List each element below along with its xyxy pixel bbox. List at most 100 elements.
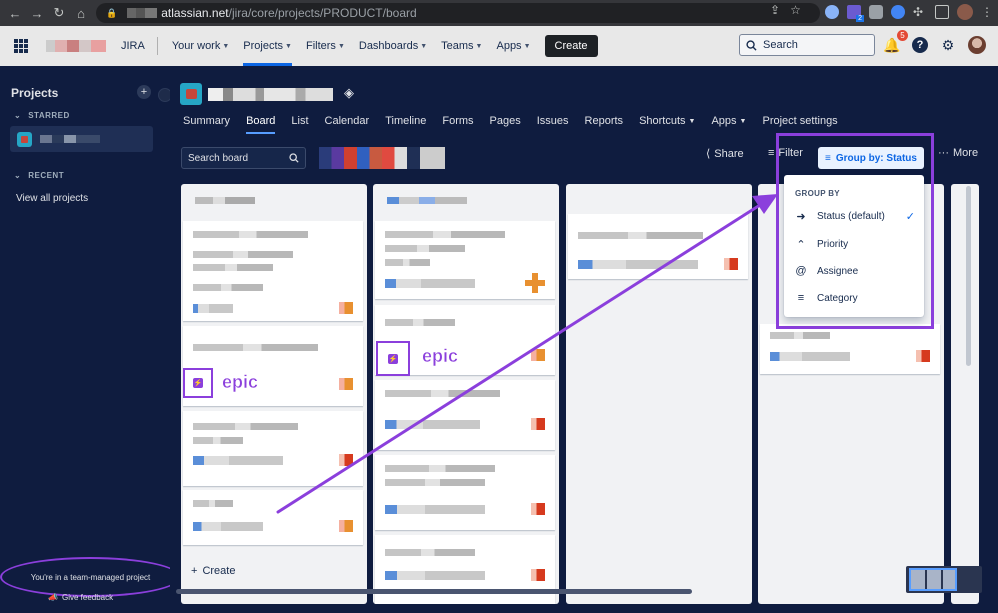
chevron-down-icon: ▼ bbox=[523, 42, 531, 50]
site-logo-redacted[interactable] bbox=[46, 40, 106, 52]
issue-card[interactable] bbox=[183, 221, 363, 321]
browser-menu-icon[interactable]: ⋮ bbox=[981, 5, 993, 19]
create-button[interactable]: Create bbox=[544, 35, 598, 57]
team-managed-note: You're in a team-managed project bbox=[0, 557, 181, 597]
tab-project-settings[interactable]: Project settings bbox=[762, 110, 837, 132]
notifications-bell-icon[interactable]: 🔔 5 bbox=[883, 30, 908, 53]
card-meta-redacted bbox=[770, 352, 850, 361]
nav-dashboards-label: Dashboards bbox=[358, 40, 419, 52]
tab-board[interactable]: Board bbox=[246, 110, 276, 134]
browser-profile-avatar[interactable] bbox=[957, 4, 973, 20]
horizontal-scrollbar[interactable] bbox=[176, 589, 692, 594]
issue-card[interactable] bbox=[183, 411, 363, 486]
home-icon[interactable]: ⌂ bbox=[70, 2, 92, 24]
vertical-scrollbar[interactable] bbox=[966, 186, 971, 366]
add-project-icon[interactable]: + bbox=[137, 85, 151, 99]
tab-pages[interactable]: Pages bbox=[490, 110, 521, 132]
chevron-down-icon: ▼ bbox=[285, 42, 292, 50]
share-icon: ⟨ bbox=[706, 148, 711, 160]
paint-bucket-icon[interactable]: ◈ bbox=[344, 85, 354, 101]
chevron-down-icon: ⌄ bbox=[14, 111, 22, 120]
back-icon[interactable]: ← bbox=[4, 2, 26, 24]
issue-card[interactable] bbox=[183, 490, 363, 545]
project-sidebar: Projects + ⌄ STARRED ⌄ RECENT View all p… bbox=[0, 66, 181, 613]
bookmark-star-icon[interactable]: ☆ bbox=[790, 3, 801, 17]
share-button[interactable]: ⟨ Share bbox=[706, 147, 744, 161]
tab-timeline-label: Timeline bbox=[385, 115, 427, 127]
extension-icon[interactable] bbox=[891, 5, 905, 19]
tab-shortcuts[interactable]: Shortcuts ▼ bbox=[639, 110, 695, 132]
nav-projects-label: Projects bbox=[243, 40, 284, 52]
issue-card[interactable] bbox=[760, 324, 940, 374]
assignee-icon: @ bbox=[795, 265, 807, 277]
epic-icon: ⚡ bbox=[388, 353, 398, 364]
more-button[interactable]: ··· More bbox=[938, 147, 978, 159]
recent-section-heading[interactable]: ⌄ RECENT bbox=[14, 171, 64, 180]
product-name[interactable]: JIRA bbox=[121, 40, 145, 52]
extension-icon[interactable]: 2 bbox=[847, 5, 864, 22]
create-issue-button[interactable]: + Create bbox=[191, 565, 235, 577]
group-by-option-priority[interactable]: ⌃ Priority bbox=[795, 235, 915, 253]
megaphone-icon: 📣 bbox=[48, 593, 58, 602]
extension-icon[interactable] bbox=[825, 5, 839, 19]
global-search-input[interactable]: Search bbox=[739, 34, 875, 56]
nav-filters[interactable]: Filters ▼ bbox=[306, 26, 345, 66]
issue-card[interactable] bbox=[568, 214, 748, 279]
settings-gear-icon[interactable]: ⚙ bbox=[940, 37, 956, 53]
share-page-icon[interactable]: ⇪ bbox=[770, 3, 780, 17]
project-avatar-icon bbox=[17, 131, 32, 147]
help-icon[interactable]: ? bbox=[912, 37, 928, 53]
board-search-input[interactable]: Search board bbox=[181, 147, 306, 169]
nav-your-work[interactable]: Your work ▼ bbox=[172, 26, 229, 66]
tab-reports[interactable]: Reports bbox=[585, 110, 624, 132]
tab-apps[interactable]: Apps ▼ bbox=[711, 110, 746, 132]
card-priority-icon bbox=[531, 418, 545, 430]
address-bar[interactable]: 🔒 atlassian.net/jira/core/projects/PRODU… bbox=[96, 3, 820, 23]
user-avatar[interactable] bbox=[968, 36, 986, 54]
card-text-redacted bbox=[385, 549, 475, 556]
issue-card[interactable] bbox=[375, 380, 555, 450]
puzzle-icon[interactable]: ✣ bbox=[913, 5, 927, 19]
column-header-redacted bbox=[195, 197, 255, 204]
assignee-avatars-redacted[interactable] bbox=[319, 147, 445, 169]
starred-project-item[interactable] bbox=[10, 126, 153, 152]
epic-annotation-label: epic bbox=[422, 346, 459, 367]
app-switcher-icon[interactable] bbox=[14, 39, 28, 53]
group-by-option-label: Assignee bbox=[817, 265, 859, 277]
board-minimap[interactable] bbox=[906, 566, 982, 593]
tab-timeline[interactable]: Timeline bbox=[385, 110, 426, 132]
tab-issues[interactable]: Issues bbox=[537, 110, 569, 132]
issue-card[interactable] bbox=[375, 455, 555, 530]
view-all-projects-link[interactable]: View all projects bbox=[16, 193, 88, 204]
card-text-redacted bbox=[385, 390, 500, 397]
group-by-option-status[interactable]: ➜ Status (default) ✓ bbox=[795, 207, 915, 225]
give-feedback-link[interactable]: 📣 Give feedback bbox=[48, 593, 113, 602]
issue-card[interactable] bbox=[375, 221, 555, 299]
nav-teams[interactable]: Teams ▼ bbox=[441, 26, 482, 66]
forward-icon[interactable]: → bbox=[26, 2, 48, 24]
card-priority-icon bbox=[339, 302, 353, 314]
chevron-down-icon: ▼ bbox=[420, 42, 428, 50]
nav-apps[interactable]: Apps ▼ bbox=[496, 26, 530, 66]
card-text-redacted bbox=[385, 479, 485, 486]
starred-section-heading[interactable]: ⌄ STARRED bbox=[14, 111, 70, 120]
reload-icon[interactable]: ↻ bbox=[48, 2, 70, 24]
group-by-option-category[interactable]: ≡ Category bbox=[795, 289, 915, 307]
search-icon bbox=[289, 153, 299, 163]
card-text-redacted bbox=[770, 332, 830, 339]
nav-dashboards[interactable]: Dashboards ▼ bbox=[359, 26, 427, 66]
sidepanel-icon[interactable] bbox=[935, 5, 949, 19]
nav-projects[interactable]: Projects ▼ bbox=[243, 26, 292, 66]
lock-icon: 🔒 bbox=[106, 7, 118, 18]
minimap-viewport[interactable] bbox=[909, 568, 957, 591]
tab-board-label: Board bbox=[246, 115, 276, 127]
search-icon bbox=[746, 39, 757, 51]
tab-calendar[interactable]: Calendar bbox=[325, 110, 370, 132]
tab-summary[interactable]: Summary bbox=[183, 110, 230, 132]
status-icon: ➜ bbox=[796, 210, 806, 223]
tab-list[interactable]: List bbox=[291, 110, 308, 132]
camera-extension-icon[interactable] bbox=[869, 5, 883, 19]
card-priority-icon bbox=[531, 349, 545, 361]
tab-forms[interactable]: Forms bbox=[442, 110, 473, 132]
group-by-option-assignee[interactable]: @ Assignee bbox=[795, 262, 915, 280]
